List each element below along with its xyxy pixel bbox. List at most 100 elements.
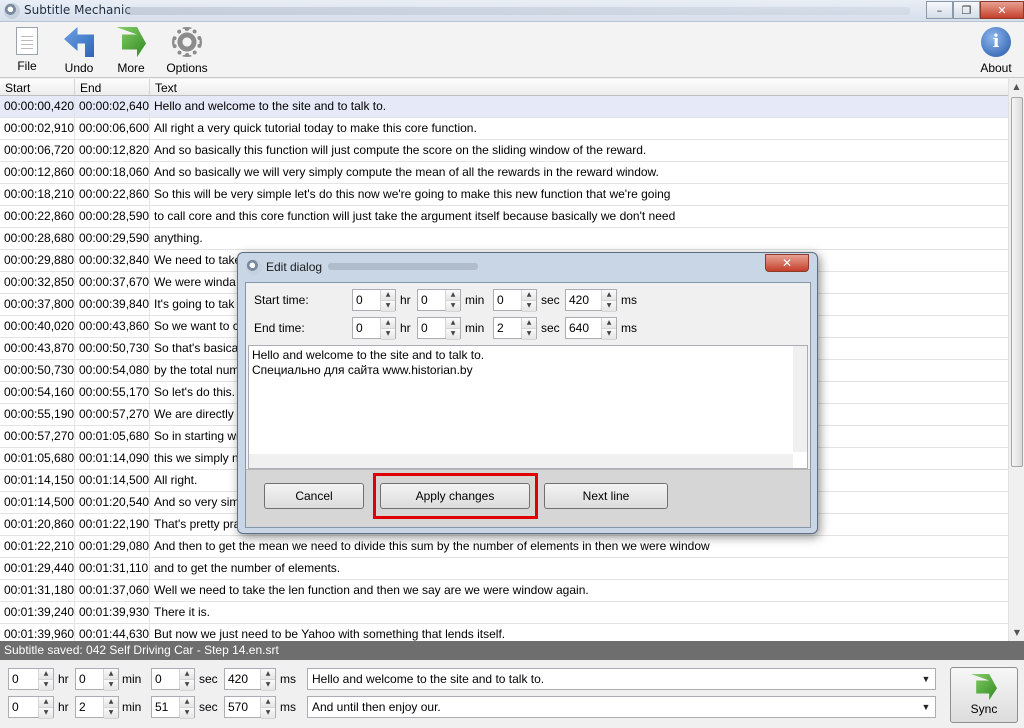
down-icon[interactable]: ▼ — [602, 329, 616, 340]
dlg-end-min-stepper[interactable]: 0 ▲ ▼ — [417, 317, 461, 340]
up-icon[interactable]: ▲ — [381, 290, 395, 301]
up-icon[interactable]: ▲ — [180, 669, 194, 680]
dlg-end-ms-stepper[interactable]: 640 ▲ ▼ — [565, 317, 617, 340]
close-button[interactable]: ✕ — [980, 1, 1024, 19]
scroll-thumb[interactable] — [1011, 97, 1023, 467]
down-icon[interactable]: ▼ — [180, 680, 194, 691]
row-text-cell: There it is. — [154, 605, 211, 619]
undo-button[interactable]: Undo — [54, 25, 104, 75]
down-icon[interactable]: ▼ — [39, 708, 53, 719]
table-row[interactable]: 00:01:31,180 00:01:37,060 Well we need to … — [0, 580, 1008, 602]
up-icon[interactable]: ▲ — [261, 697, 275, 708]
column-header-end[interactable]: End — [75, 79, 150, 95]
table-row[interactable]: 00:00:06,720 00:00:12,820 And so basically… — [0, 140, 1008, 162]
hr-unit: hr — [400, 321, 411, 335]
dlg-end-sec-value: 2 — [497, 321, 504, 335]
options-button[interactable]: Options — [162, 25, 212, 75]
dlg-end-hr-stepper[interactable]: 0 ▲ ▼ — [352, 317, 396, 340]
down-icon[interactable]: ▼ — [381, 329, 395, 340]
next-line-button[interactable]: Next line — [544, 483, 668, 509]
start-hr-stepper[interactable]: 0 ▲ ▼ — [8, 668, 54, 691]
up-icon[interactable]: ▲ — [261, 669, 275, 680]
scroll-up-icon[interactable]: ▲ — [1009, 79, 1024, 95]
row-end-cell: 00:01:44,630 — [75, 624, 150, 641]
down-icon[interactable]: ▼ — [261, 680, 275, 691]
row-start-cell: 00:00:18,210 — [0, 184, 75, 205]
subtitle-text-area[interactable]: Hello and welcome to the site and to tal… — [248, 345, 808, 469]
about-button[interactable]: i About — [971, 25, 1021, 75]
table-row[interactable]: 00:00:00,420 00:00:02,640 Hello and welcom… — [0, 96, 1008, 118]
end-ms-stepper[interactable]: 570 ▲ ▼ — [224, 696, 276, 719]
row-start-cell: 00:01:20,860 — [0, 514, 75, 535]
table-row[interactable]: 00:01:39,240 00:01:39,930 There it is. — [0, 602, 1008, 624]
table-row[interactable]: 00:01:22,210 00:01:29,080 And then to get … — [0, 536, 1008, 558]
file-button[interactable]: File — [2, 25, 52, 75]
minimize-button[interactable]: – — [926, 1, 953, 19]
up-icon[interactable]: ▲ — [39, 669, 53, 680]
table-scrollbar[interactable]: ▲ ▼ — [1008, 79, 1024, 641]
line2-value: And until then enjoy our. — [312, 700, 441, 714]
table-row[interactable]: 00:00:02,910 00:00:06,600 All right a very… — [0, 118, 1008, 140]
more-button[interactable]: More — [106, 25, 156, 75]
table-row[interactable]: 00:00:22,860 00:00:28,590 to call core and… — [0, 206, 1008, 228]
row-end-cell: 00:00:39,840 — [75, 294, 150, 315]
up-icon[interactable]: ▲ — [446, 290, 460, 301]
row-start-cell: 00:01:29,440 — [0, 558, 75, 579]
down-icon[interactable]: ▼ — [522, 329, 536, 340]
up-icon[interactable]: ▲ — [104, 697, 118, 708]
highlight-box — [373, 473, 538, 519]
table-row[interactable]: 00:01:29,440 00:01:31,110 and to get the n… — [0, 558, 1008, 580]
down-icon[interactable]: ▼ — [522, 301, 536, 312]
down-icon[interactable]: ▼ — [381, 301, 395, 312]
table-row[interactable]: 00:00:12,860 00:00:18,060 And so basically… — [0, 162, 1008, 184]
down-icon[interactable]: ▼ — [104, 708, 118, 719]
line1-combo[interactable]: Hello and welcome to the site and to tal… — [307, 668, 936, 690]
end-min-stepper[interactable]: 2 ▲ ▼ — [75, 696, 119, 719]
down-icon[interactable]: ▼ — [104, 680, 118, 691]
up-icon[interactable]: ▲ — [381, 318, 395, 329]
dlg-start-ms-stepper[interactable]: 420 ▲ ▼ — [565, 289, 617, 312]
up-icon[interactable]: ▲ — [446, 318, 460, 329]
chevron-down-icon[interactable]: ▼ — [917, 697, 935, 717]
scroll-down-icon[interactable]: ▼ — [1009, 625, 1024, 641]
ms-unit: ms — [621, 321, 637, 335]
dialog-close-button[interactable]: ✕ — [765, 254, 809, 272]
up-icon[interactable]: ▲ — [39, 697, 53, 708]
dlg-start-hr-stepper[interactable]: 0 ▲ ▼ — [352, 289, 396, 312]
min-unit: min — [122, 700, 142, 714]
up-icon[interactable]: ▲ — [104, 669, 118, 680]
column-header-text[interactable]: Text — [150, 79, 1008, 95]
sync-button[interactable]: Sync — [950, 667, 1018, 723]
end-hr-stepper[interactable]: 0 ▲ ▼ — [8, 696, 54, 719]
start-ms-stepper[interactable]: 420 ▲ ▼ — [224, 668, 276, 691]
text-vertical-scrollbar[interactable] — [793, 346, 807, 452]
down-icon[interactable]: ▼ — [446, 301, 460, 312]
cancel-button[interactable]: Cancel — [264, 483, 364, 509]
down-icon[interactable]: ▼ — [446, 329, 460, 340]
up-icon[interactable]: ▲ — [602, 318, 616, 329]
column-header-start[interactable]: Start — [0, 79, 75, 95]
text-horizontal-scrollbar[interactable] — [249, 454, 793, 468]
start-sec-stepper[interactable]: 0 ▲ ▼ — [151, 668, 195, 691]
down-icon[interactable]: ▼ — [180, 708, 194, 719]
table-row[interactable]: 00:00:18,210 00:00:22,860 So this will be … — [0, 184, 1008, 206]
up-icon[interactable]: ▲ — [602, 290, 616, 301]
chevron-down-icon[interactable]: ▼ — [917, 669, 935, 689]
end-sec-stepper[interactable]: 51 ▲ ▼ — [151, 696, 195, 719]
up-icon[interactable]: ▲ — [522, 290, 536, 301]
table-row[interactable]: 00:01:39,960 00:01:44,630 But now we just … — [0, 624, 1008, 641]
up-icon[interactable]: ▲ — [180, 697, 194, 708]
start-min-stepper[interactable]: 0 ▲ ▼ — [75, 668, 119, 691]
dlg-start-sec-stepper[interactable]: 0 ▲ ▼ — [493, 289, 537, 312]
dlg-start-min-stepper[interactable]: 0 ▲ ▼ — [417, 289, 461, 312]
line2-combo[interactable]: And until then enjoy our. ▼ — [307, 696, 936, 718]
down-icon[interactable]: ▼ — [39, 680, 53, 691]
row-end-cell: 00:00:50,730 — [75, 338, 150, 359]
down-icon[interactable]: ▼ — [261, 708, 275, 719]
dlg-end-sec-stepper[interactable]: 2 ▲ ▼ — [493, 317, 537, 340]
maximize-button[interactable]: ❐ — [953, 1, 980, 19]
row-text-cell: And so basically this function will just… — [154, 143, 647, 157]
up-icon[interactable]: ▲ — [522, 318, 536, 329]
table-row[interactable]: 00:00:28,680 00:00:29,590 anything. — [0, 228, 1008, 250]
down-icon[interactable]: ▼ — [602, 301, 616, 312]
